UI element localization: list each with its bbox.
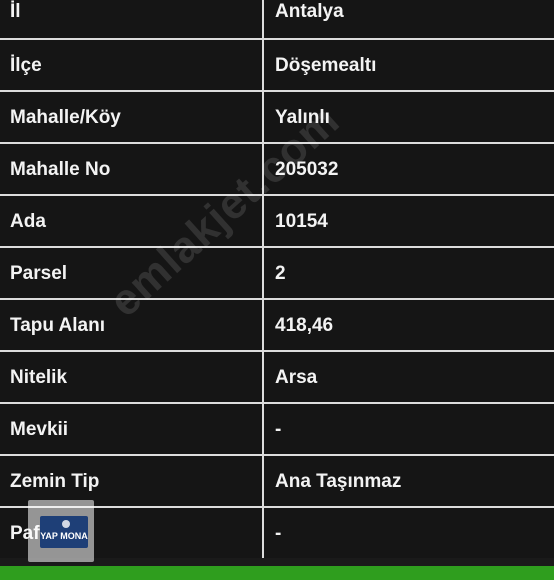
row-label: İlçe	[0, 38, 264, 90]
row-label: Nitelik	[0, 350, 264, 402]
row-value: -	[264, 506, 554, 558]
row-value: 2	[264, 246, 554, 298]
row-value: Arsa	[264, 350, 554, 402]
table-row: Mahalle No 205032	[0, 142, 554, 194]
row-value: 205032	[264, 142, 554, 194]
row-label: Mahalle No	[0, 142, 264, 194]
table-row: Tapu Alanı 418,46	[0, 298, 554, 350]
row-label: Mahalle/Köy	[0, 90, 264, 142]
logo-text: YAP MONA	[40, 531, 88, 541]
table-row: Ada 10154	[0, 194, 554, 246]
table-row: Nitelik Arsa	[0, 350, 554, 402]
row-value: Döşemealtı	[264, 38, 554, 90]
row-label: Mevkii	[0, 402, 264, 454]
row-label: İl	[0, 0, 264, 38]
property-info-table: İl Antalya İlçe Döşemealtı Mahalle/Köy Yalınl…	[0, 0, 554, 558]
row-value: -	[264, 402, 554, 454]
row-value: 10154	[264, 194, 554, 246]
logo-icon	[62, 520, 70, 528]
table-row: Parsel 2	[0, 246, 554, 298]
row-value: Antalya	[264, 0, 554, 38]
table-row: İl Antalya	[0, 0, 554, 38]
table-row: Mahalle/Köy Yalınlı	[0, 90, 554, 142]
row-value: Ana Taşınmaz	[264, 454, 554, 506]
row-label: Ada	[0, 194, 264, 246]
row-label: Tapu Alanı	[0, 298, 264, 350]
footer-strip	[0, 566, 554, 580]
agency-logo: YAP MONA	[28, 500, 94, 562]
row-value: Yalınlı	[264, 90, 554, 142]
table-row: Zemin Tip Ana Taşınmaz	[0, 454, 554, 506]
row-value: 418,46	[264, 298, 554, 350]
table-row: İlçe Döşemealtı	[0, 38, 554, 90]
row-label: Zemin Tip	[0, 454, 264, 506]
row-label: Parsel	[0, 246, 264, 298]
table-row: Mevkii -	[0, 402, 554, 454]
